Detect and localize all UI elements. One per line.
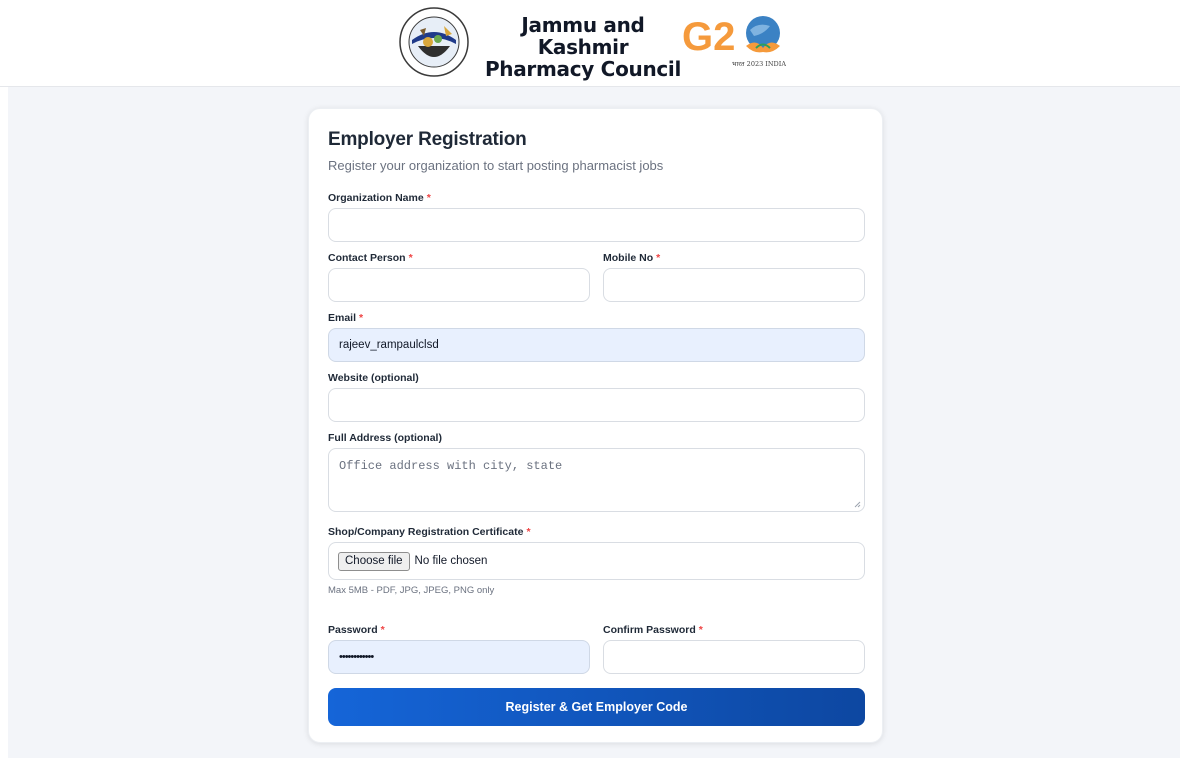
- registration-card: Employer Registration Register your orga…: [308, 108, 883, 743]
- g20-logo: G2 भारत 2023 INDIA: [680, 8, 786, 70]
- org-name-label-text: Organization Name: [328, 192, 424, 204]
- address-placeholder: Office address with city, state: [339, 459, 563, 473]
- password-label-text: Password: [328, 624, 378, 636]
- pharmacy-council-logo: [398, 6, 470, 78]
- org-name-label: Organization Name *: [328, 192, 431, 204]
- file-hint: Max 5MB - PDF, JPG, JPEG, PNG only: [328, 585, 495, 596]
- contact-person-label: Contact Person *: [328, 252, 413, 264]
- website-input[interactable]: [328, 388, 865, 422]
- email-label-text: Email: [328, 312, 357, 324]
- g20-subtext: भारत 2023 INDIA: [732, 60, 786, 68]
- password-label: Password *: [328, 624, 385, 636]
- mobile-label-text: Mobile No: [603, 252, 654, 264]
- address-textarea[interactable]: Office address with city, state: [328, 448, 865, 512]
- confirm-password-label: Confirm Password *: [603, 624, 703, 636]
- certificate-label: Shop/Company Registration Certificate *: [328, 526, 531, 538]
- website-label: Website (optional): [328, 372, 419, 384]
- site-title: Jammu and Kashmir Pharmacy Council: [478, 14, 688, 80]
- email-value: rajeev_rampaulclsd: [339, 339, 439, 351]
- form-title: Employer Registration: [328, 129, 527, 150]
- title-line-2: Pharmacy Council: [484, 57, 682, 81]
- required-marker: *: [408, 252, 413, 264]
- password-input[interactable]: ••••••••••••: [328, 640, 590, 674]
- resize-handle-icon[interactable]: [854, 501, 861, 508]
- title-line-1: Jammu and Kashmir: [521, 13, 645, 59]
- email-input[interactable]: rajeev_rampaulclsd: [328, 328, 865, 362]
- mobile-label: Mobile No *: [603, 252, 660, 264]
- organization-name-input[interactable]: [328, 208, 865, 242]
- choose-file-button[interactable]: Choose file: [338, 551, 410, 571]
- required-marker: *: [380, 624, 385, 636]
- contact-person-input[interactable]: [328, 268, 590, 302]
- confirm-password-label-text: Confirm Password: [603, 624, 696, 636]
- svg-text:G2: G2: [682, 15, 735, 59]
- email-label: Email *: [328, 312, 363, 324]
- certificate-file-input[interactable]: Choose file No file chosen: [328, 542, 865, 580]
- required-marker: *: [426, 192, 431, 204]
- required-marker: *: [526, 526, 531, 538]
- confirm-password-input[interactable]: [603, 640, 865, 674]
- required-marker: *: [656, 252, 661, 264]
- register-submit-button[interactable]: Register & Get Employer Code: [328, 688, 865, 726]
- form-subtitle: Register your organization to start post…: [328, 158, 664, 173]
- contact-person-label-text: Contact Person: [328, 252, 406, 264]
- mobile-input[interactable]: [603, 268, 865, 302]
- certificate-label-text: Shop/Company Registration Certificate: [328, 526, 524, 538]
- required-marker: *: [359, 312, 364, 324]
- site-header: Jammu and Kashmir Pharmacy Council G2 भा…: [0, 0, 1180, 87]
- required-marker: *: [698, 624, 703, 636]
- password-value: ••••••••••••: [339, 651, 374, 663]
- address-label: Full Address (optional): [328, 432, 442, 444]
- file-status-text: No file chosen: [414, 555, 488, 567]
